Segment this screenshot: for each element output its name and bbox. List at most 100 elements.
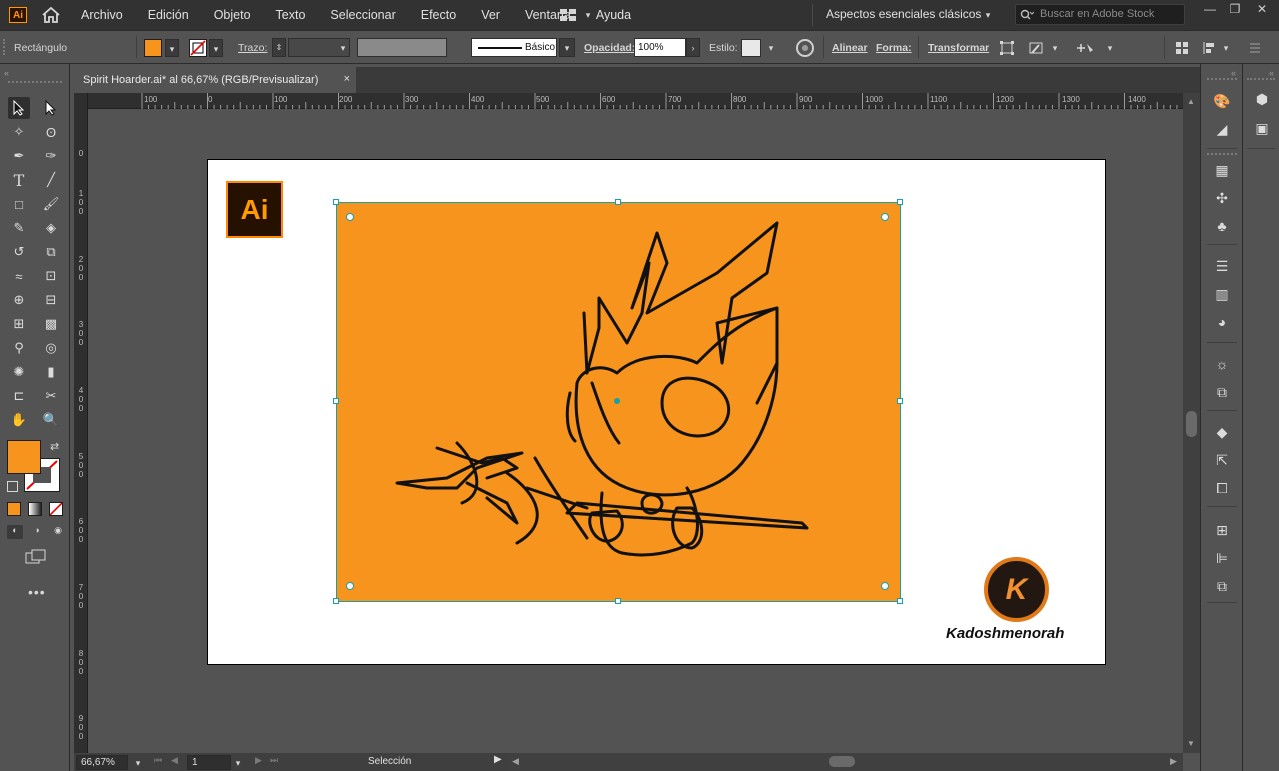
live-paint-bucket-tool[interactable]: ⊟ — [40, 289, 62, 311]
stock-search-input[interactable]: Buscar en Adobe Stock — [1015, 4, 1185, 25]
opacity-dropdown[interactable]: › — [686, 38, 700, 57]
none-mode-button[interactable] — [49, 502, 63, 516]
perspective-grid-tool[interactable]: ⊞ — [8, 313, 30, 335]
color-mode-button[interactable] — [7, 502, 21, 516]
eyedropper-tool[interactable]: ⚲ — [8, 337, 30, 359]
menu-objeto[interactable]: Objeto — [214, 8, 251, 22]
collapse-icon[interactable]: « — [1231, 68, 1236, 78]
screen-mode-icon[interactable] — [25, 549, 47, 565]
resize-handle[interactable] — [333, 398, 339, 404]
chevron-down-icon[interactable]: ▾ — [132, 757, 144, 769]
close-tab-icon[interactable]: × — [344, 73, 350, 85]
stroke-panel-icon[interactable]: ☰ — [1211, 256, 1233, 276]
rectangle-tool[interactable]: □ — [8, 193, 30, 215]
width-tool[interactable]: ≈ — [8, 265, 30, 287]
chevron-down-icon[interactable]: ▾ — [982, 9, 994, 21]
scroll-right-icon[interactable]: ▶ — [1170, 756, 1177, 767]
swap-fill-stroke-icon[interactable]: ⇄ — [50, 440, 59, 453]
export-icon[interactable]: ⇱ — [1211, 450, 1233, 470]
edit-toolbar-icon[interactable]: ••• — [28, 584, 46, 600]
menu-ayuda[interactable]: Ayuda — [596, 8, 631, 22]
first-artboard-icon[interactable]: ⏮ — [154, 755, 162, 766]
chevron-down-icon[interactable]: ▾ — [232, 757, 244, 769]
workspace-switcher[interactable]: Aspectos esenciales clásicos — [826, 7, 981, 21]
graphic-style-swatch[interactable] — [741, 39, 761, 57]
live-corner-widget[interactable] — [346, 213, 354, 221]
brushes-icon[interactable]: ✣ — [1211, 188, 1233, 208]
document-tab[interactable]: Spirit Hoarder.ai* al 66,67% (RGB/Previs… — [74, 67, 356, 93]
menu-edicion[interactable]: Edición — [148, 8, 189, 22]
stroke-label[interactable]: Trazo: — [238, 42, 267, 54]
gradient-mode-button[interactable] — [28, 502, 42, 516]
color-guide-icon[interactable]: ◢ — [1211, 119, 1233, 139]
stroke-weight-stepper[interactable]: ⇕ — [272, 38, 286, 57]
line-segment-tool[interactable]: ╱ — [40, 169, 62, 191]
lasso-tool[interactable]: ʘ — [40, 121, 62, 143]
collapse-icon[interactable]: « — [4, 68, 9, 78]
artboard-tool[interactable]: ⊏ — [8, 385, 30, 407]
resize-handle[interactable] — [615, 598, 621, 604]
arrange-icon[interactable] — [1175, 41, 1189, 55]
resize-handle[interactable] — [615, 199, 621, 205]
close-window-icon[interactable]: ✕ — [1253, 2, 1271, 18]
default-fill-stroke-icon[interactable] — [7, 481, 18, 492]
shape-link[interactable]: Forma: — [876, 42, 912, 54]
opacity-label[interactable]: Opacidad: — [584, 42, 635, 54]
rotate-tool[interactable]: ↺ — [8, 241, 30, 263]
menu-texto[interactable]: Texto — [276, 8, 306, 22]
live-corner-widget[interactable] — [881, 213, 889, 221]
menu-efecto[interactable]: Efecto — [421, 8, 456, 22]
gradient-tool[interactable]: ▩ — [40, 313, 62, 335]
panel-menu-icon[interactable] — [1248, 41, 1262, 55]
brush-definition[interactable]: Básico — [471, 38, 557, 57]
scroll-down-icon[interactable]: ▼ — [1187, 739, 1195, 748]
appearance-icon[interactable]: ☼ — [1211, 354, 1233, 374]
opacity-input[interactable]: 100% — [634, 38, 686, 57]
draw-behind-button[interactable]: ◑ — [29, 525, 45, 539]
scale-tool[interactable]: ⧉ — [40, 241, 62, 263]
home-icon[interactable] — [41, 6, 61, 24]
chevron-down-icon[interactable]: ▾ — [1104, 42, 1116, 54]
restore-icon[interactable]: ❐ — [1226, 2, 1244, 18]
resize-handle[interactable] — [897, 199, 903, 205]
minimize-icon[interactable]: — — [1201, 2, 1219, 18]
arrange-documents-icon[interactable] — [559, 8, 577, 22]
chevron-down-icon[interactable]: ▾ — [765, 42, 777, 54]
align-panel-icon[interactable]: ⊫ — [1211, 548, 1233, 568]
magic-wand-tool[interactable]: ✧ — [8, 121, 30, 143]
free-transform-tool[interactable]: ⊡ — [40, 265, 62, 287]
horizontal-scroll-thumb[interactable] — [829, 756, 855, 767]
recolor-artwork-icon[interactable] — [796, 39, 814, 57]
transform-each-icon[interactable] — [998, 40, 1016, 56]
eraser-tool[interactable]: ◈ — [40, 217, 62, 239]
menu-seleccionar[interactable]: Seleccionar — [330, 8, 395, 22]
transform-link[interactable]: Transformar — [928, 42, 989, 54]
draw-normal-button[interactable]: ◐ — [7, 525, 23, 539]
chevron-down-icon[interactable]: ▾ — [582, 9, 594, 21]
selected-rectangle[interactable] — [336, 202, 901, 602]
chevron-down-icon[interactable]: ▾ — [1220, 42, 1232, 54]
pathfinder-icon[interactable]: ⧉ — [1211, 576, 1233, 596]
properties-icon[interactable]: ⬢ — [1251, 89, 1273, 109]
horizontal-scrollbar[interactable]: ◀ ▶ — [506, 753, 1183, 771]
live-corner-widget[interactable] — [881, 582, 889, 590]
current-tool-status[interactable]: Selección — [368, 756, 411, 767]
column-graph-tool[interactable]: ▮ — [40, 361, 62, 383]
status-menu-icon[interactable]: ▶ — [494, 754, 502, 765]
symbols-icon[interactable]: ♣ — [1211, 216, 1233, 236]
menu-ver[interactable]: Ver — [481, 8, 500, 22]
variable-width-profile[interactable] — [357, 38, 447, 57]
scroll-left-icon[interactable]: ◀ — [512, 756, 519, 767]
layers-icon[interactable]: ◆ — [1211, 422, 1233, 442]
last-artboard-icon[interactable]: ⏭ — [270, 755, 278, 766]
color-panel-icon[interactable]: 🎨 — [1211, 91, 1233, 111]
type-tool[interactable]: T — [8, 169, 30, 191]
resize-handle[interactable] — [897, 398, 903, 404]
transform-panel-icon[interactable]: ⊞ — [1211, 520, 1233, 540]
transparency-icon[interactable]: ◕ — [1211, 312, 1233, 332]
direct-selection-tool[interactable] — [40, 97, 62, 119]
libraries-icon[interactable]: ▣ — [1251, 118, 1273, 138]
selection-tool[interactable] — [8, 97, 30, 119]
shaper-tool[interactable]: ✎ — [8, 217, 30, 239]
next-artboard-icon[interactable]: ▶ — [255, 755, 262, 766]
